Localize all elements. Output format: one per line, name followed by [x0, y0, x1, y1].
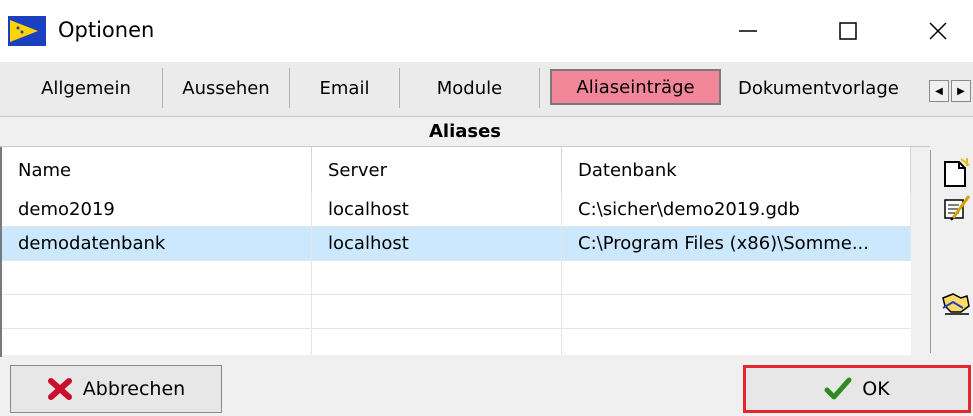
- maximize-icon: [839, 22, 857, 40]
- ok-button[interactable]: OK: [743, 365, 971, 413]
- cancel-button-label: Abbrechen: [82, 378, 186, 400]
- cell-name: demo2019: [2, 193, 312, 227]
- close-icon: [929, 22, 947, 40]
- tab-aussehen[interactable]: Aussehen: [163, 68, 290, 108]
- column-header-name[interactable]: Name: [2, 147, 312, 193]
- cell-datenbank: C:\sicher\demo2019.gdb: [562, 193, 911, 227]
- tab-aliaseintraege[interactable]: Aliaseinträge: [550, 69, 721, 105]
- empty-row: [2, 295, 911, 329]
- grid-title: Aliases: [0, 117, 930, 147]
- app-icon: [8, 16, 46, 46]
- arrow-left-icon: ◀: [935, 85, 943, 97]
- ok-button-label: OK: [862, 378, 890, 400]
- table-row[interactable]: demo2019 localhost C:\sicher\demo2019.gd…: [2, 193, 911, 227]
- tab-allgemein[interactable]: Allgemein: [10, 68, 163, 108]
- new-alias-button[interactable]: [939, 158, 973, 188]
- aliases-grid: Name Server Datenbank demo2019 localhost…: [2, 147, 911, 355]
- footer-bar: Abbrechen OK: [0, 357, 973, 416]
- window-title: Optionen: [58, 18, 155, 42]
- side-toolbar: [930, 150, 973, 353]
- minimize-button[interactable]: [713, 0, 783, 62]
- maximize-button[interactable]: [813, 0, 883, 62]
- minimize-icon: [739, 30, 757, 32]
- cancel-button[interactable]: Abbrechen: [10, 365, 222, 413]
- empty-row: [2, 329, 911, 355]
- cell-name: demodatenbank: [2, 227, 312, 261]
- cell-datenbank: C:\Program Files (x86)\Somme...: [562, 227, 911, 261]
- tab-bar: Allgemein Aussehen Email Module Aliasein…: [0, 62, 973, 117]
- column-header-server[interactable]: Server: [312, 147, 562, 193]
- checkmark-icon: [824, 377, 852, 400]
- cancel-x-icon: [47, 378, 72, 400]
- empty-row: [2, 261, 911, 295]
- tab-scroll-right-button[interactable]: ▶: [951, 80, 971, 102]
- tab-module[interactable]: Module: [400, 68, 540, 108]
- connect-alias-button[interactable]: [939, 288, 973, 318]
- column-header-datenbank[interactable]: Datenbank: [562, 147, 911, 193]
- tab-email[interactable]: Email: [290, 68, 400, 108]
- new-document-icon: [944, 158, 970, 187]
- edit-alias-button[interactable]: [939, 192, 973, 222]
- cell-server: localhost: [312, 227, 562, 261]
- handshake-icon: [942, 293, 970, 315]
- arrow-right-icon: ▶: [957, 85, 965, 97]
- tab-dokumentvorlage[interactable]: Dokumentvorlage: [730, 68, 928, 108]
- tab-scroll-left-button[interactable]: ◀: [929, 80, 949, 102]
- cell-server: localhost: [312, 193, 562, 227]
- title-bar: Optionen: [0, 0, 973, 62]
- close-button[interactable]: [903, 0, 973, 62]
- table-row-selected[interactable]: demodatenbank localhost C:\Program Files…: [2, 227, 911, 261]
- edit-icon: [944, 195, 971, 221]
